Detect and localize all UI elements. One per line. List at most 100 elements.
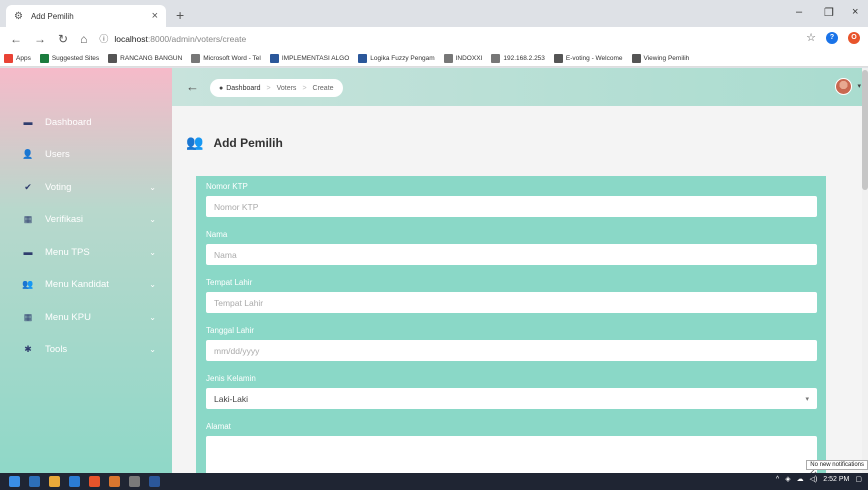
sidebar-item-label: Menu TPS [45,246,90,258]
tab-title: Add Pemilih [30,11,74,21]
new-tab-button[interactable]: + [176,7,184,23]
bookmark-item[interactable]: Viewing Pemilih [631,53,690,63]
bookmark-item[interactable]: INDOXXI [443,53,483,63]
home-icon[interactable]: ⌂ [80,32,87,46]
minimize-button[interactable]: – [796,6,802,18]
action-center-icon[interactable]: ▢ [855,475,862,483]
extension-icon[interactable]: ? [826,31,838,44]
sidebar-item-menu-kandidat[interactable]: 👥 Menu Kandidat ⌄ [0,269,172,302]
site-info-icon[interactable]: ⓘ [99,32,108,45]
sidebar-item-menu-tps[interactable]: ▬ Menu TPS ⌄ [0,236,172,269]
taskbar-app-icon[interactable] [29,476,40,487]
tempat-lahir-input[interactable] [206,292,817,313]
bookmark-item[interactable]: Suggested Sites [39,53,99,63]
jenis-kelamin-label: Jenis Kelamin [206,374,256,383]
bookmark-item[interactable]: IMPLEMENTASI ALGO [269,53,350,63]
breadcrumb-dashboard[interactable]: Dashboard [226,85,260,92]
bookmark-icon [269,53,279,63]
sidebar-item-label: Menu Kandidat [45,279,109,291]
opera-extension-icon[interactable]: O [848,31,860,44]
sidebar-item-label: Users [45,149,70,161]
window-close-button[interactable]: × [852,6,858,18]
bookmark-item[interactable]: RANCANG BANGUN [108,53,182,63]
network-icon[interactable]: ◈ [785,475,790,483]
bookmark-label: 192.168.2.253 [503,54,545,62]
sidebar-item-icon: 👥 [22,279,34,290]
clock[interactable]: 2:52 PM [823,476,849,483]
back-arrow-icon[interactable]: ← [10,32,22,46]
bookmark-item[interactable]: E-voting - Welcome [553,53,623,63]
nomor-ktp-input[interactable] [206,196,817,217]
alamat-textarea[interactable] [206,436,817,473]
bookmark-icon [39,53,49,63]
taskbar-app-icon[interactable] [129,476,140,487]
bookmark-icon [631,53,641,63]
page-scrollbar[interactable] [862,68,868,473]
bookmark-item[interactable]: Apps [4,53,31,63]
sidebar-menu: ▬ Dashboard 👤 Users ✔ Voting ⌄ ▦ Verifikasi ⌄ ▬ Men… [0,106,172,366]
sidebar-item-menu-kpu[interactable]: ▦ Menu KPU ⌄ [0,301,172,334]
jenis-kelamin-select[interactable]: Laki-Laki ▾ [206,388,817,409]
breadcrumb-voters[interactable]: Voters [277,85,297,92]
bookmark-label: Viewing Pemilih [643,54,690,62]
breadcrumb-separator: > [302,84,307,92]
sidebar-item-label: Tools [45,344,68,356]
bookmark-item[interactable]: Logika Fuzzy Pengam [358,53,435,63]
bookmark-icon [443,53,453,63]
back-arrow-icon[interactable]: ← [186,79,199,94]
sidebar-item-icon: ▬ [23,117,33,128]
bookmark-icon [491,53,501,63]
sidebar-item-voting[interactable]: ✔ Voting ⌄ [0,171,172,204]
vscode-icon[interactable] [69,476,80,487]
notification-tooltip: No new notifications [806,460,868,470]
sidebar-item-icon: ▬ [23,247,33,258]
breadcrumb-create: Create [312,84,334,92]
address-bar-row: ← → ↻ ⌂ ⓘ localhost :8000/admin/voters/c… [0,27,868,50]
tanggal-lahir-label: Tanggal Lahir [206,326,255,335]
restore-button[interactable]: ❐ [824,6,834,19]
bookmark-icon [553,53,563,63]
bookmark-label: INDOXXI [455,54,483,62]
bookmark-item[interactable]: 192.168.2.253 [491,53,545,63]
caret-down-icon[interactable]: ▾ [857,82,861,90]
chrome-icon[interactable] [89,476,100,487]
sidebar-item-users[interactable]: 👤 Users [0,139,172,172]
jenis-kelamin-value: Laki-Laki [214,393,249,404]
url-field[interactable]: ⓘ localhost :8000/admin/voters/create [99,32,246,45]
reload-icon[interactable]: ↻ [58,32,68,46]
sidebar-item-tools[interactable]: ✱ Tools ⌄ [0,334,172,367]
tab-close-icon[interactable]: × [152,10,158,22]
avatar[interactable] [835,78,852,95]
sidebar-item-dashboard[interactable]: ▬ Dashboard [0,106,172,139]
bookmark-star-icon[interactable]: ☆ [806,31,816,44]
chevron-down-icon: ⌄ [149,247,156,257]
sidebar-item-icon: ▦ [23,311,33,322]
bookmark-icon [108,53,118,63]
bookmark-label: E-voting - Welcome [565,54,623,62]
bookmark-icon [4,53,13,63]
file-explorer-icon[interactable] [49,476,60,487]
page-title: 👥 Add Pemilih [186,134,283,151]
sidebar-item-verifikasi[interactable]: ▦ Verifikasi ⌄ [0,204,172,237]
nama-input[interactable] [206,244,817,265]
chevron-down-icon: ⌄ [149,280,156,290]
sidebar: ▬ Dashboard 👤 Users ✔ Voting ⌄ ▦ Verifikasi ⌄ ▬ Men… [0,68,172,473]
bookmark-label: IMPLEMENTASI ALGO [281,54,350,62]
url-host: localhost [114,33,148,44]
chevron-down-icon: ▾ [805,395,809,403]
sidebar-item-label: Verifikasi [45,214,84,226]
tanggal-lahir-input[interactable] [206,340,817,361]
nama-label: Nama [206,230,228,239]
word-icon[interactable] [149,476,160,487]
scrollbar-thumb[interactable] [862,70,868,190]
taskbar-app-icon[interactable] [109,476,120,487]
volume-icon[interactable]: ◁) [810,475,818,483]
bookmark-icon [358,53,368,63]
users-icon: 👥 [186,134,204,150]
bookmark-item[interactable]: Microsoft Word - Tel [191,53,261,63]
tray-up-icon[interactable]: ^ [776,476,779,483]
onedrive-icon[interactable]: ☁ [797,475,804,483]
browser-tab[interactable]: ⚙ Add Pemilih × [6,5,166,27]
forward-arrow-icon[interactable]: → [34,32,46,46]
windows-start-icon[interactable] [9,476,20,487]
